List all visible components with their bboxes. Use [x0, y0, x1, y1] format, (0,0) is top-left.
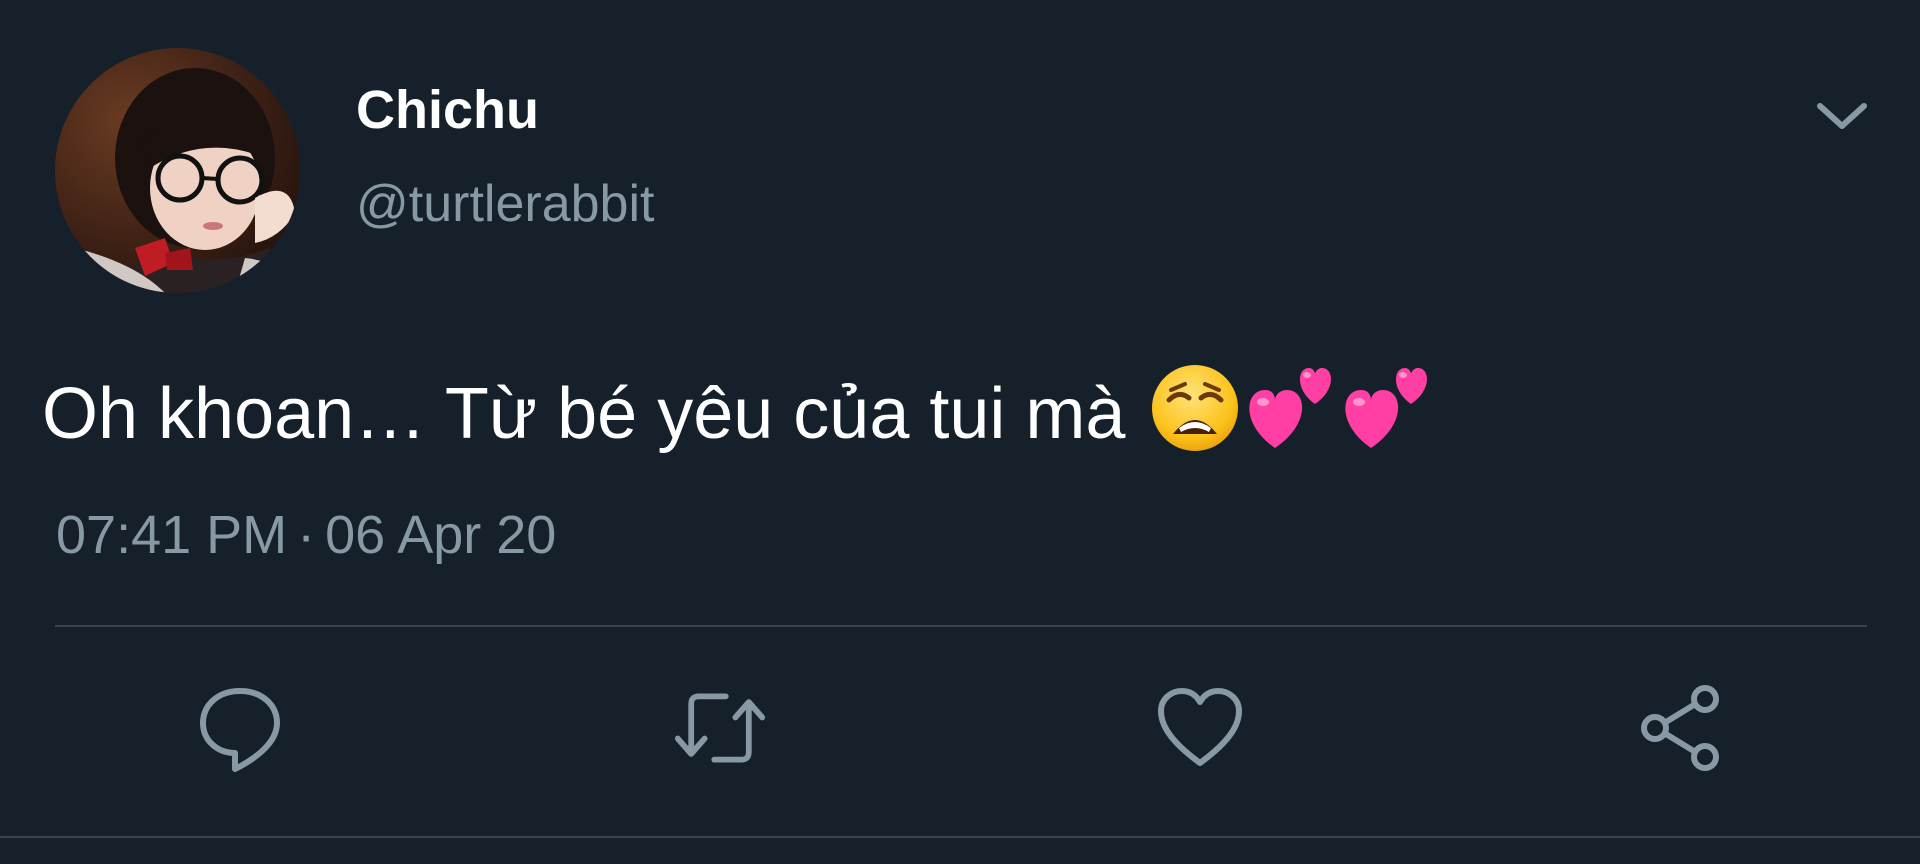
user-handle[interactable]: @turtlerabbit	[356, 172, 654, 236]
two-hearts-icon	[1345, 368, 1428, 448]
divider	[55, 625, 1867, 627]
share-icon	[1641, 685, 1719, 771]
retweet-icon	[674, 693, 766, 763]
weary-face-icon	[1152, 365, 1239, 451]
display-name[interactable]: Chichu	[356, 78, 539, 142]
two-hearts-icon	[1249, 368, 1332, 448]
avatar[interactable]	[55, 48, 300, 293]
like-button[interactable]	[1152, 680, 1248, 776]
tweet-text: Oh khoan… Từ bé yêu của tui mà	[42, 374, 1126, 454]
reply-button[interactable]	[192, 680, 288, 776]
divider-bottom	[0, 836, 1920, 838]
timestamp[interactable]: 07:41 PM · 06 Apr 20	[56, 503, 556, 567]
heart-icon	[1158, 688, 1242, 766]
tweet-time: 07:41 PM	[56, 505, 288, 565]
tweet-card: Chichu @turtlerabbit Oh khoan… Từ bé yêu…	[0, 0, 1920, 864]
retweet-button[interactable]	[672, 680, 768, 776]
share-button[interactable]	[1632, 680, 1728, 776]
avatar-image	[55, 48, 300, 293]
tweet-date: 06 Apr 20	[325, 505, 557, 565]
chevron-down-icon[interactable]	[1812, 96, 1872, 136]
reply-icon	[200, 688, 280, 772]
separator: ·	[297, 505, 316, 565]
